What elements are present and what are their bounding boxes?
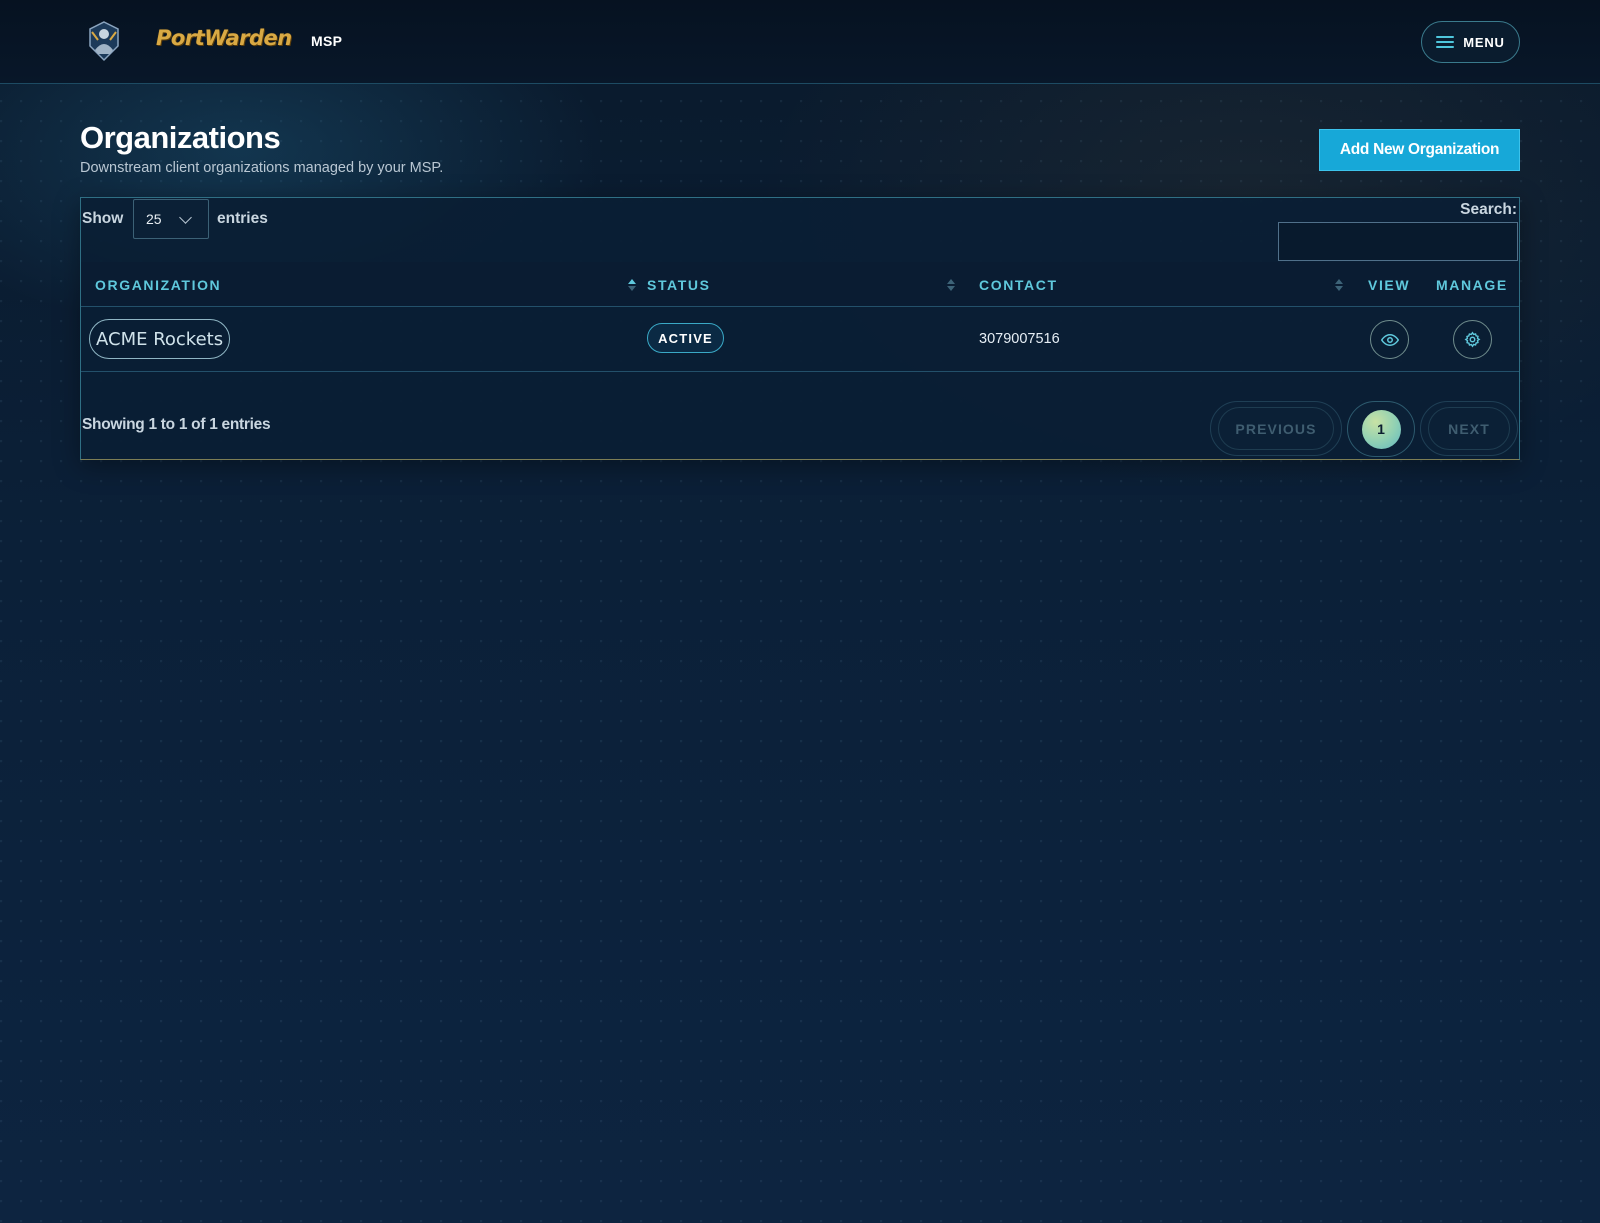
- hamburger-icon: [1436, 35, 1455, 49]
- column-header-organization[interactable]: ORGANIZATION: [95, 277, 221, 293]
- page-length-value: 25: [146, 211, 162, 227]
- view-button[interactable]: [1370, 320, 1409, 359]
- menu-label: MENU: [1463, 34, 1505, 50]
- next-label: NEXT: [1428, 407, 1510, 450]
- sort-icon[interactable]: [947, 279, 955, 293]
- table-row: ACME Rockets ACTIVE 3079007516: [81, 308, 1519, 372]
- current-page-number: 1: [1361, 409, 1401, 449]
- show-label: Show: [82, 210, 124, 227]
- status-badge: ACTIVE: [647, 323, 724, 353]
- section-label: MSP: [311, 33, 343, 49]
- search-label: Search:: [1460, 201, 1517, 218]
- table-header: ORGANIZATION STATUS CONTACT VIEW MANAGE: [81, 262, 1519, 307]
- table-info-text: Showing 1 to 1 of 1 entries: [82, 416, 271, 433]
- guardian-emblem-icon[interactable]: [84, 20, 124, 62]
- page-length-select[interactable]: 25: [133, 199, 209, 239]
- brand-logo-text[interactable]: PortWarden: [156, 26, 292, 50]
- sort-icon[interactable]: [1335, 279, 1343, 293]
- column-header-manage: MANAGE: [1436, 277, 1508, 293]
- gear-icon: [1464, 331, 1481, 348]
- top-navbar: PortWarden MSP MENU: [0, 0, 1600, 84]
- organization-link[interactable]: ACME Rockets: [89, 319, 231, 359]
- eye-icon: [1380, 333, 1399, 346]
- column-header-status[interactable]: STATUS: [647, 277, 711, 293]
- next-page-button[interactable]: NEXT: [1420, 401, 1518, 456]
- previous-label: PREVIOUS: [1218, 407, 1334, 450]
- contact-value: 3079007516: [979, 331, 1060, 347]
- add-organization-button[interactable]: Add New Organization: [1319, 129, 1520, 171]
- manage-button[interactable]: [1453, 320, 1492, 359]
- column-header-contact[interactable]: CONTACT: [979, 277, 1058, 293]
- chevron-down-icon: [179, 211, 192, 224]
- organizations-table-panel: Show 25 entries Search: ORGANIZATION STA…: [80, 197, 1520, 460]
- entries-label: entries: [217, 210, 268, 227]
- sort-icon[interactable]: [628, 279, 636, 293]
- page-subtitle: Downstream client organizations managed …: [80, 160, 444, 176]
- previous-page-button[interactable]: PREVIOUS: [1210, 401, 1342, 456]
- menu-button[interactable]: MENU: [1421, 21, 1520, 63]
- search-input[interactable]: [1278, 222, 1518, 261]
- page-title: Organizations: [80, 120, 281, 155]
- column-header-view: VIEW: [1368, 277, 1411, 293]
- current-page-button[interactable]: 1: [1347, 401, 1415, 457]
